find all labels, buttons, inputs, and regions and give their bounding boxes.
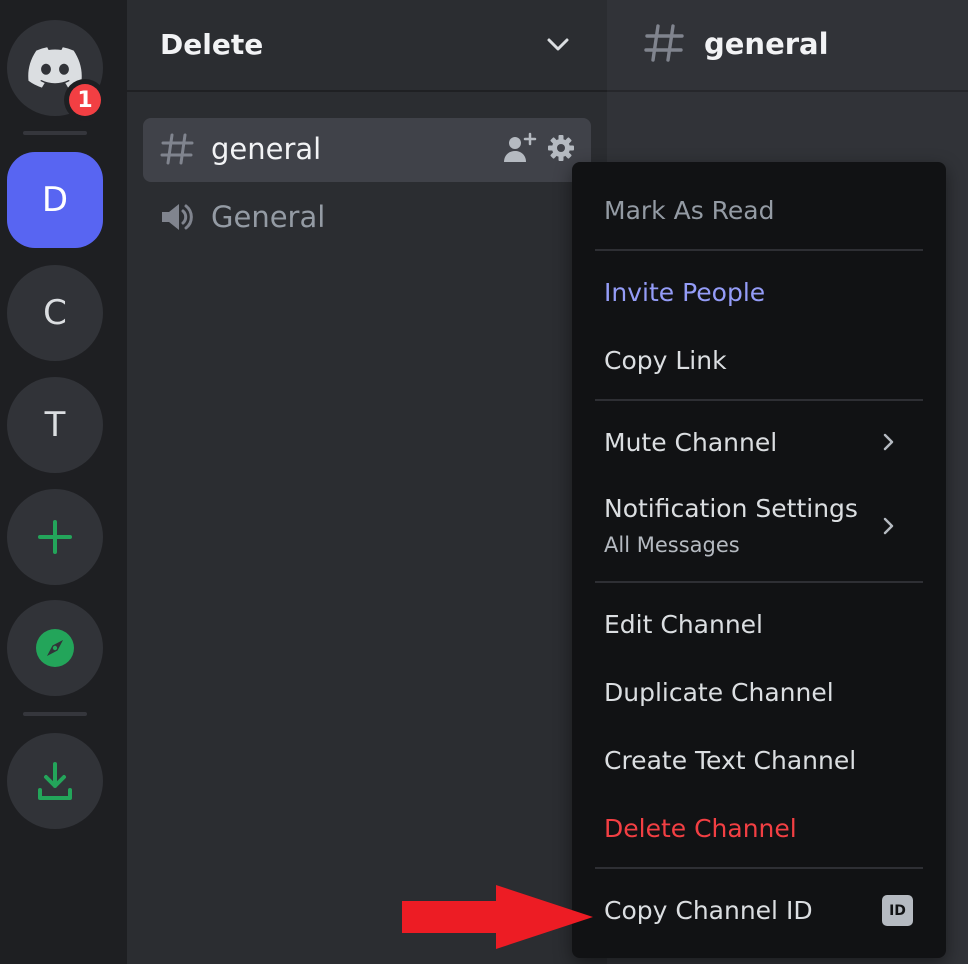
menu-separator bbox=[595, 581, 923, 583]
download-icon bbox=[38, 762, 72, 800]
menu-item-create-text-channel[interactable]: Create Text Channel bbox=[604, 746, 856, 775]
server-initial: C bbox=[43, 293, 67, 333]
menu-separator bbox=[595, 399, 923, 401]
server-icon-t[interactable]: T bbox=[7, 377, 103, 473]
hash-icon bbox=[160, 133, 194, 165]
plus-icon bbox=[38, 520, 72, 554]
menu-item-edit-channel[interactable]: Edit Channel bbox=[604, 610, 763, 639]
invite-member-icon[interactable] bbox=[503, 132, 537, 164]
menu-item-delete-channel[interactable]: Delete Channel bbox=[604, 814, 797, 843]
compass-icon bbox=[36, 629, 74, 667]
speaker-icon bbox=[162, 204, 193, 230]
hash-icon bbox=[644, 24, 684, 62]
menu-item-invite-people[interactable]: Invite People bbox=[604, 278, 765, 307]
channel-sidebar: Delete general General bbox=[127, 0, 607, 964]
menu-separator bbox=[595, 867, 923, 869]
channel-item-general-voice[interactable]: General bbox=[143, 186, 591, 250]
mute-channel-label: Mute Channel bbox=[604, 428, 778, 457]
notification-count: 1 bbox=[69, 84, 101, 116]
add-server-button[interactable] bbox=[7, 489, 103, 585]
channel-context-menu: Mark As Read Invite People Copy Link Mut… bbox=[572, 162, 946, 958]
server-icon-d[interactable]: D bbox=[7, 152, 103, 248]
notification-badge: 1 bbox=[64, 79, 106, 121]
server-initial: T bbox=[44, 405, 66, 445]
chevron-right-icon bbox=[883, 517, 894, 535]
explore-servers-button[interactable] bbox=[7, 600, 103, 696]
menu-separator bbox=[595, 249, 923, 251]
notification-settings-label: Notification Settings bbox=[604, 494, 858, 523]
rail-divider bbox=[23, 131, 87, 135]
menu-item-copy-link[interactable]: Copy Link bbox=[604, 346, 727, 375]
channel-title: general bbox=[704, 27, 829, 61]
channel-item-general-text[interactable]: general bbox=[143, 118, 591, 182]
server-name: Delete bbox=[160, 28, 264, 61]
channel-name: General bbox=[211, 200, 326, 234]
chevron-down-icon[interactable] bbox=[545, 31, 571, 57]
menu-item-mark-as-read[interactable]: Mark As Read bbox=[604, 196, 774, 225]
server-icon-c[interactable]: C bbox=[7, 265, 103, 361]
gear-icon[interactable] bbox=[547, 134, 575, 162]
rail-divider bbox=[23, 712, 87, 716]
chevron-right-icon bbox=[883, 433, 894, 451]
notification-settings-value: All Messages bbox=[604, 533, 740, 557]
channel-tools bbox=[503, 132, 575, 164]
menu-item-duplicate-channel[interactable]: Duplicate Channel bbox=[604, 678, 834, 707]
annotation-arrow-icon bbox=[402, 885, 593, 949]
server-rail: 1 D C T bbox=[0, 0, 127, 964]
id-icon: ID bbox=[882, 895, 913, 926]
channel-name: general bbox=[211, 132, 322, 166]
download-apps-button[interactable] bbox=[7, 733, 103, 829]
server-header[interactable]: Delete bbox=[127, 0, 607, 92]
channel-header: general bbox=[607, 0, 968, 92]
server-initial: D bbox=[41, 180, 69, 220]
copy-channel-id-label: Copy Channel ID bbox=[604, 896, 813, 925]
